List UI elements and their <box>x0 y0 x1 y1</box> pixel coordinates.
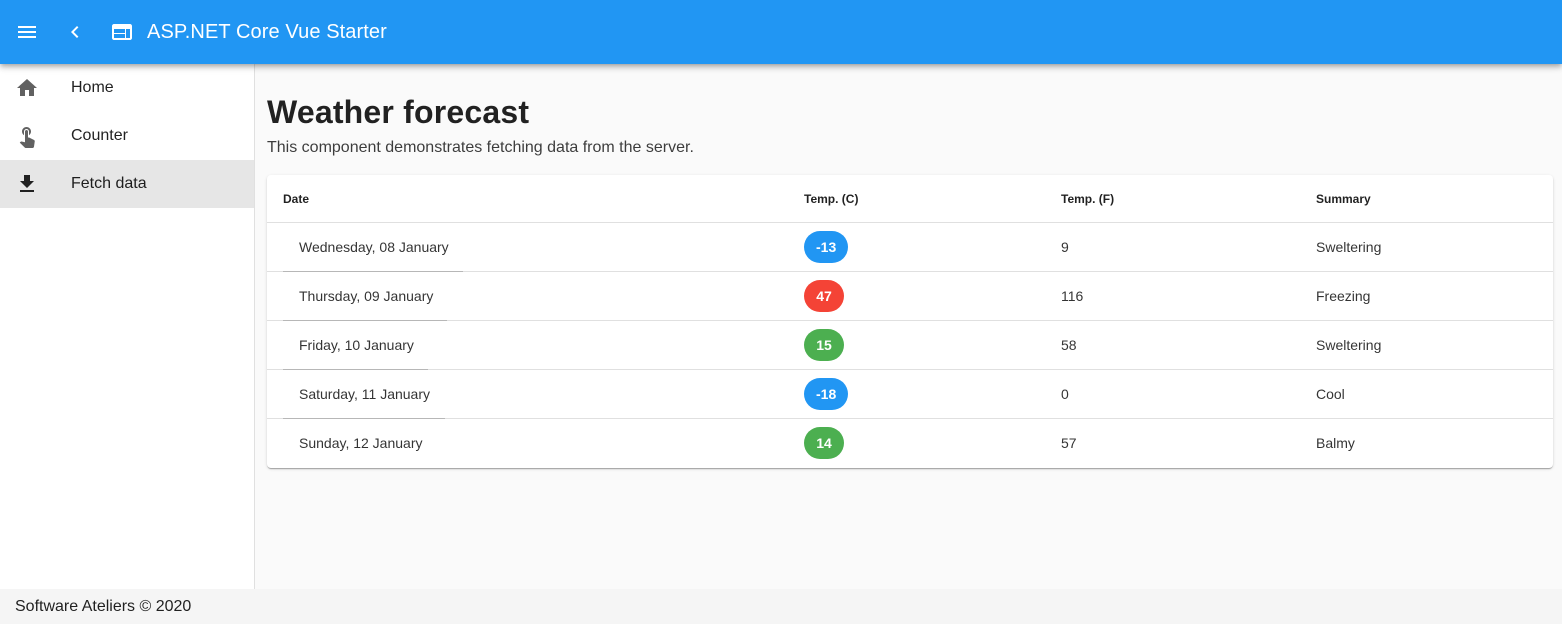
nav-item-counter[interactable]: Counter <box>0 112 254 160</box>
app-bar: ASP.NET Core Vue Starter <box>0 0 1562 64</box>
temp-c-chip: 14 <box>804 427 844 459</box>
date-cell: Friday, 10 January <box>299 337 414 353</box>
nav-item-home[interactable]: Home <box>0 64 254 112</box>
table-row: Wednesday, 08 January -13 9 Sweltering <box>267 223 1553 272</box>
temp-f-cell: 9 <box>1061 239 1069 255</box>
table-row: Saturday, 11 January -18 0 Cool <box>267 370 1553 419</box>
page-subtitle: This component demonstrates fetching dat… <box>267 139 694 156</box>
nav-item-label: Counter <box>71 127 128 144</box>
column-header-summary[interactable]: Summary <box>1316 191 1371 207</box>
temp-f-cell: 58 <box>1061 337 1077 353</box>
summary-cell: Sweltering <box>1316 239 1382 255</box>
column-header-date[interactable]: Date <box>283 191 309 207</box>
column-header-temp-c[interactable]: Temp. (C) <box>804 191 858 207</box>
temp-c-chip: -13 <box>804 231 849 263</box>
collapse-drawer-button[interactable] <box>51 8 99 56</box>
temp-f-cell: 57 <box>1061 435 1077 451</box>
date-cell: Saturday, 11 January <box>299 386 431 402</box>
web-app-icon <box>112 24 132 40</box>
app-title: ASP.NET Core Vue Starter <box>147 21 387 43</box>
navigation-drawer: Home Counter Fetch data <box>0 64 255 589</box>
summary-cell: Freezing <box>1316 288 1371 304</box>
main-content: Weather forecast This component demonstr… <box>255 64 1562 589</box>
temp-f-cell: 0 <box>1061 386 1069 402</box>
column-header-temp-f[interactable]: Temp. (F) <box>1061 191 1114 207</box>
table-row: Friday, 10 January 15 58 Sweltering <box>267 321 1553 370</box>
menu-button[interactable] <box>3 8 51 56</box>
nav-item-label: Home <box>71 79 114 96</box>
touch-icon <box>19 127 35 148</box>
summary-cell: Cool <box>1316 386 1345 402</box>
nav-item-fetch-data[interactable]: Fetch data <box>0 160 254 208</box>
date-cell: Thursday, 09 January <box>299 288 434 304</box>
date-cell: Wednesday, 08 January <box>299 239 449 255</box>
home-icon <box>17 79 37 96</box>
download-icon <box>20 175 34 192</box>
date-cell: Sunday, 12 January <box>299 435 423 451</box>
temp-c-chip: 15 <box>804 329 844 361</box>
page-title: Weather forecast <box>267 94 530 130</box>
summary-cell: Sweltering <box>1316 337 1382 353</box>
footer: Software Ateliers © 2020 <box>0 589 1562 624</box>
weather-table: Date Temp. (C) Temp. (F) Summary Wednesd… <box>267 175 1553 468</box>
table-row: Sunday, 12 January 14 57 Balmy <box>267 419 1553 468</box>
summary-cell: Balmy <box>1316 435 1355 451</box>
footer-copyright: Software Ateliers © 2020 <box>15 598 192 615</box>
chevron-left-icon <box>71 26 79 38</box>
temp-c-chip: 47 <box>804 280 844 312</box>
menu-icon <box>18 26 36 38</box>
temp-c-chip: -18 <box>804 378 849 410</box>
table-row: Thursday, 09 January 47 116 Freezing <box>267 272 1553 321</box>
temp-f-cell: 116 <box>1061 288 1084 304</box>
table-header: Date Temp. (C) Temp. (F) Summary <box>267 175 1553 223</box>
nav-item-label: Fetch data <box>71 175 147 192</box>
